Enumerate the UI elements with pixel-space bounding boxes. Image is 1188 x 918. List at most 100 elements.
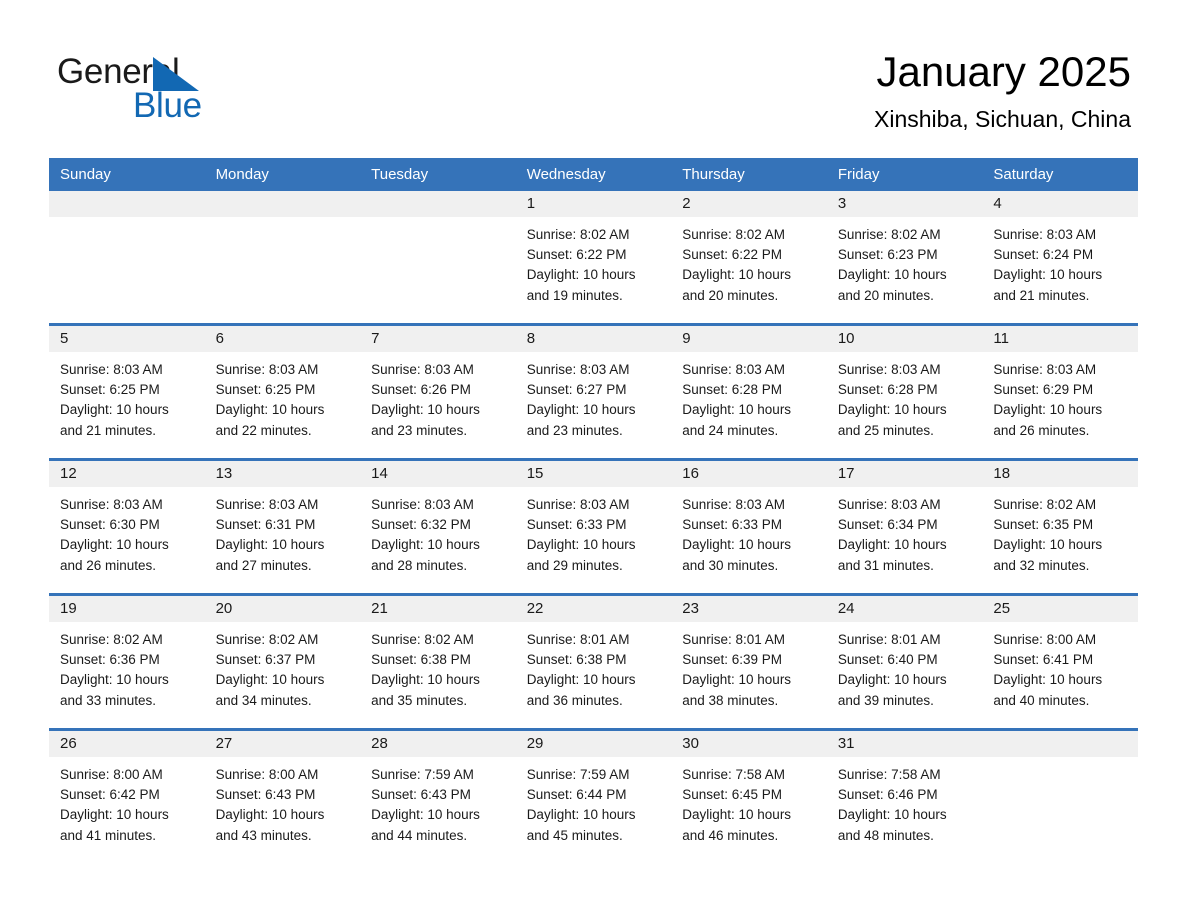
daylight-duration-line2: and 44 minutes.	[371, 827, 468, 843]
calendar-day-cell[interactable]: 25 Sunrise: 8:00 AM Sunset: 6:41 PM Dayligh…	[982, 593, 1138, 730]
column-header-wednesday: Wednesday	[515, 158, 672, 191]
day-details: Sunrise: 8:03 AM Sunset: 6:27 PM Daylight:…	[516, 352, 672, 441]
sunset-time: Sunset: 6:23 PM	[837, 247, 938, 263]
calendar-day-cell[interactable]: 23 Sunrise: 8:01 AM Sunset: 6:39 PM Dayligh…	[671, 593, 827, 730]
daylight-duration-line1: Daylight: 10 hours	[215, 672, 325, 688]
sunrise-time: Sunrise: 8:03 AM	[526, 362, 630, 377]
daylight-duration-line1: Daylight: 10 hours	[371, 537, 480, 553]
daylight-duration-line2: and 27 minutes.	[215, 557, 312, 573]
calendar-day-cell[interactable]: 31 Sunrise: 7:58 AM Sunset: 6:46 PM Dayligh…	[826, 728, 983, 863]
day-cell-inner: 18 Sunrise: 8:02 AM Sunset: 6:35 PM Dayligh…	[982, 461, 1138, 593]
day-number: 28	[360, 731, 516, 757]
daylight-duration-line1: Daylight: 10 hours	[682, 537, 792, 553]
day-number: 16	[671, 461, 827, 487]
day-details: Sunrise: 8:03 AM Sunset: 6:28 PM Daylight:…	[827, 352, 983, 441]
calendar-day-cell[interactable]: 27 Sunrise: 8:00 AM Sunset: 6:43 PM Dayligh…	[204, 728, 361, 863]
calendar-day-cell[interactable]: 7 Sunrise: 8:03 AM Sunset: 6:26 PM Daylight…	[360, 323, 516, 460]
calendar-day-cell[interactable]: 13 Sunrise: 8:03 AM Sunset: 6:31 PM Dayligh…	[204, 458, 361, 595]
sunrise-time: Sunrise: 8:01 AM	[837, 632, 941, 647]
calendar-day-cell[interactable]: 20 Sunrise: 8:02 AM Sunset: 6:37 PM Dayligh…	[204, 593, 361, 730]
calendar-day-cell[interactable]: 14 Sunrise: 8:03 AM Sunset: 6:32 PM Dayligh…	[360, 458, 516, 595]
day-number: 21	[360, 596, 516, 622]
daylight-duration-line1: Daylight: 10 hours	[215, 402, 325, 418]
day-details: Sunrise: 8:03 AM Sunset: 6:32 PM Daylight:…	[360, 487, 516, 576]
sunset-time: Sunset: 6:43 PM	[371, 787, 471, 803]
day-cell-inner: 2 Sunrise: 8:02 AM Sunset: 6:22 PM Daylight…	[671, 191, 827, 323]
day-number	[49, 191, 205, 217]
day-number: 31	[826, 731, 983, 757]
day-number: 4	[982, 191, 1138, 217]
calendar-day-cell[interactable]: 30 Sunrise: 7:58 AM Sunset: 6:45 PM Dayligh…	[671, 728, 827, 863]
calendar-page: General Blue January 2025 Xinshiba, Sich…	[0, 0, 1188, 918]
day-cell-inner: 16 Sunrise: 8:03 AM Sunset: 6:33 PM Dayligh…	[671, 461, 827, 593]
day-details: Sunrise: 8:03 AM Sunset: 6:25 PM Daylight:…	[49, 352, 205, 441]
daylight-duration-line2: and 20 minutes.	[837, 287, 934, 303]
calendar-week-row: 12 Sunrise: 8:03 AM Sunset: 6:30 PM Dayligh…	[49, 458, 1138, 595]
day-details: Sunrise: 8:02 AM Sunset: 6:38 PM Daylight:…	[360, 622, 516, 711]
day-number: 13	[204, 461, 361, 487]
day-cell-inner: 9 Sunrise: 8:03 AM Sunset: 6:28 PM Daylight…	[671, 326, 827, 458]
calendar-day-cell[interactable]: 4 Sunrise: 8:03 AM Sunset: 6:24 PM Daylight…	[982, 191, 1138, 325]
daylight-duration-line1: Daylight: 10 hours	[837, 672, 947, 688]
daylight-duration-line2: and 28 minutes.	[371, 557, 468, 573]
day-number: 3	[826, 191, 983, 217]
calendar-day-cell[interactable]: 16 Sunrise: 8:03 AM Sunset: 6:33 PM Dayligh…	[671, 458, 827, 595]
sunset-time: Sunset: 6:35 PM	[993, 517, 1094, 533]
day-details: Sunrise: 7:58 AM Sunset: 6:46 PM Daylight:…	[827, 757, 983, 846]
calendar-day-cell[interactable]: 11 Sunrise: 8:03 AM Sunset: 6:29 PM Dayligh…	[982, 323, 1138, 460]
day-details: Sunrise: 7:59 AM Sunset: 6:44 PM Daylight:…	[516, 757, 672, 846]
calendar-day-cell[interactable]: 8 Sunrise: 8:03 AM Sunset: 6:27 PM Daylight…	[515, 323, 672, 460]
calendar-week-row: 19 Sunrise: 8:02 AM Sunset: 6:36 PM Dayligh…	[49, 593, 1138, 730]
day-details: Sunrise: 8:03 AM Sunset: 6:33 PM Daylight:…	[516, 487, 672, 576]
weekday-header-row: Sunday Monday Tuesday Wednesday Thursday…	[49, 158, 1138, 191]
calendar-day-cell[interactable]: 5 Sunrise: 8:03 AM Sunset: 6:25 PM Daylight…	[49, 323, 205, 460]
daylight-duration-line1: Daylight: 10 hours	[993, 672, 1103, 688]
calendar-day-cell[interactable]: 22 Sunrise: 8:01 AM Sunset: 6:38 PM Dayligh…	[515, 593, 672, 730]
calendar-day-cell[interactable]: 6 Sunrise: 8:03 AM Sunset: 6:25 PM Daylight…	[204, 323, 361, 460]
day-number: 15	[515, 461, 672, 487]
generalblue-logo[interactable]: General Blue	[57, 52, 387, 132]
calendar-day-cell[interactable]: 1 Sunrise: 8:02 AM Sunset: 6:22 PM Daylight…	[515, 191, 672, 325]
day-number: 10	[826, 326, 983, 352]
sunrise-time: Sunrise: 8:02 AM	[682, 227, 786, 242]
calendar-day-cell-empty	[49, 191, 205, 325]
day-details: Sunrise: 8:02 AM Sunset: 6:22 PM Daylight:…	[516, 217, 672, 306]
calendar-day-cell[interactable]: 26 Sunrise: 8:00 AM Sunset: 6:42 PM Dayligh…	[49, 728, 205, 863]
day-details: Sunrise: 8:02 AM Sunset: 6:36 PM Daylight:…	[49, 622, 205, 711]
day-cell-inner: 15 Sunrise: 8:03 AM Sunset: 6:33 PM Dayligh…	[515, 461, 672, 593]
calendar-day-cell[interactable]: 3 Sunrise: 8:02 AM Sunset: 6:23 PM Daylight…	[826, 191, 983, 325]
calendar-day-cell[interactable]: 18 Sunrise: 8:02 AM Sunset: 6:35 PM Dayligh…	[982, 458, 1138, 595]
sunrise-time: Sunrise: 8:02 AM	[60, 632, 163, 647]
day-number: 29	[515, 731, 672, 757]
calendar-day-cell[interactable]: 17 Sunrise: 8:03 AM Sunset: 6:34 PM Dayligh…	[826, 458, 983, 595]
day-details: Sunrise: 8:02 AM Sunset: 6:35 PM Daylight:…	[982, 487, 1138, 576]
daylight-duration-line2: and 30 minutes.	[682, 557, 779, 573]
daylight-duration-line2: and 25 minutes.	[837, 422, 934, 438]
calendar-day-cell[interactable]: 28 Sunrise: 7:59 AM Sunset: 6:43 PM Dayligh…	[360, 728, 516, 863]
day-details: Sunrise: 8:00 AM Sunset: 6:43 PM Daylight:…	[205, 757, 361, 846]
sunset-time: Sunset: 6:42 PM	[60, 787, 160, 803]
calendar-day-cell[interactable]: 15 Sunrise: 8:03 AM Sunset: 6:33 PM Dayligh…	[515, 458, 672, 595]
calendar-day-cell[interactable]: 29 Sunrise: 7:59 AM Sunset: 6:44 PM Dayligh…	[515, 728, 672, 863]
calendar-week-row: 26 Sunrise: 8:00 AM Sunset: 6:42 PM Dayligh…	[49, 728, 1138, 863]
day-cell-inner: 23 Sunrise: 8:01 AM Sunset: 6:39 PM Dayligh…	[671, 596, 827, 728]
day-number: 20	[204, 596, 361, 622]
calendar-day-cell[interactable]: 10 Sunrise: 8:03 AM Sunset: 6:28 PM Dayligh…	[826, 323, 983, 460]
daylight-duration-line1: Daylight: 10 hours	[682, 402, 792, 418]
calendar-day-cell[interactable]: 2 Sunrise: 8:02 AM Sunset: 6:22 PM Daylight…	[671, 191, 827, 325]
calendar-day-cell[interactable]: 21 Sunrise: 8:02 AM Sunset: 6:38 PM Dayligh…	[360, 593, 516, 730]
sunset-time: Sunset: 6:34 PM	[837, 517, 938, 533]
sunrise-time: Sunrise: 7:58 AM	[682, 767, 786, 782]
calendar-day-cell[interactable]: 9 Sunrise: 8:03 AM Sunset: 6:28 PM Daylight…	[671, 323, 827, 460]
day-details: Sunrise: 8:03 AM Sunset: 6:30 PM Daylight:…	[49, 487, 205, 576]
calendar-day-cell[interactable]: 19 Sunrise: 8:02 AM Sunset: 6:36 PM Dayligh…	[49, 593, 205, 730]
day-details: Sunrise: 8:01 AM Sunset: 6:40 PM Daylight:…	[827, 622, 983, 711]
calendar-day-cell[interactable]: 24 Sunrise: 8:01 AM Sunset: 6:40 PM Dayligh…	[826, 593, 983, 730]
location-subtitle: Xinshiba, Sichuan, China	[874, 106, 1131, 132]
day-details: Sunrise: 8:03 AM Sunset: 6:28 PM Daylight:…	[671, 352, 827, 441]
sunrise-time: Sunrise: 8:03 AM	[371, 497, 474, 512]
daylight-duration-line2: and 45 minutes.	[526, 827, 623, 843]
sunrise-time: Sunrise: 8:03 AM	[993, 227, 1097, 242]
calendar-day-cell[interactable]: 12 Sunrise: 8:03 AM Sunset: 6:30 PM Dayligh…	[49, 458, 205, 595]
sunrise-time: Sunrise: 7:59 AM	[371, 767, 474, 782]
